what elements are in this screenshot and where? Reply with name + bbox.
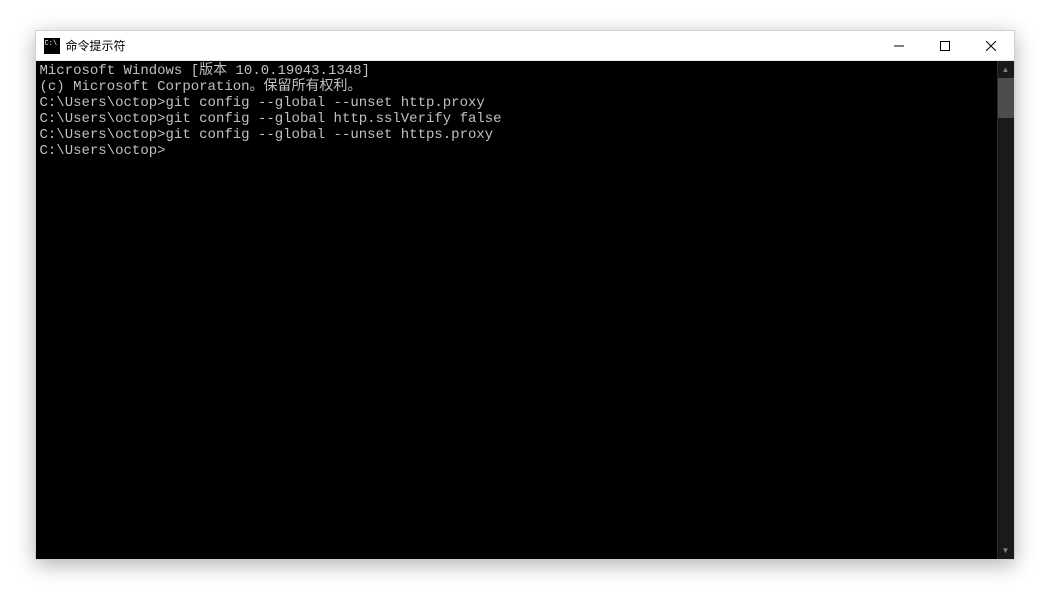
terminal-line: Microsoft Windows [版本 10.0.19043.1348] [40,63,993,79]
scroll-down-arrow-icon[interactable]: ▼ [998,542,1014,559]
window-controls [876,31,1014,60]
prompt-command: git config --global http.sslVerify false [166,111,502,127]
terminal-content[interactable]: Microsoft Windows [版本 10.0.19043.1348](c… [36,61,997,559]
maximize-button[interactable] [922,31,968,60]
command-prompt-window: 命令提示符 Microsoft Windows [版本 10.0.19043.1… [35,30,1015,560]
vertical-scrollbar[interactable]: ▲ ▼ [997,61,1014,559]
titlebar[interactable]: 命令提示符 [36,31,1014,61]
prompt-command: git config --global --unset https.proxy [166,127,494,143]
window-title: 命令提示符 [66,37,876,54]
terminal-line: C:\Users\octop>git config --global http.… [40,111,993,127]
prompt-path: C:\Users\octop> [40,95,166,111]
terminal-line: C:\Users\octop>git config --global --uns… [40,127,993,143]
close-button[interactable] [968,31,1014,60]
cmd-icon [44,38,60,54]
prompt-path: C:\Users\octop> [40,143,166,159]
terminal-line: C:\Users\octop> [40,143,993,159]
terminal-area: Microsoft Windows [版本 10.0.19043.1348](c… [36,61,1014,559]
prompt-command: git config --global --unset http.proxy [166,95,485,111]
prompt-path: C:\Users\octop> [40,111,166,127]
terminal-line: C:\Users\octop>git config --global --uns… [40,95,993,111]
terminal-line: (c) Microsoft Corporation。保留所有权利。 [40,79,993,95]
minimize-button[interactable] [876,31,922,60]
scrollbar-thumb[interactable] [998,78,1014,118]
prompt-path: C:\Users\octop> [40,127,166,143]
scroll-up-arrow-icon[interactable]: ▲ [998,61,1014,78]
